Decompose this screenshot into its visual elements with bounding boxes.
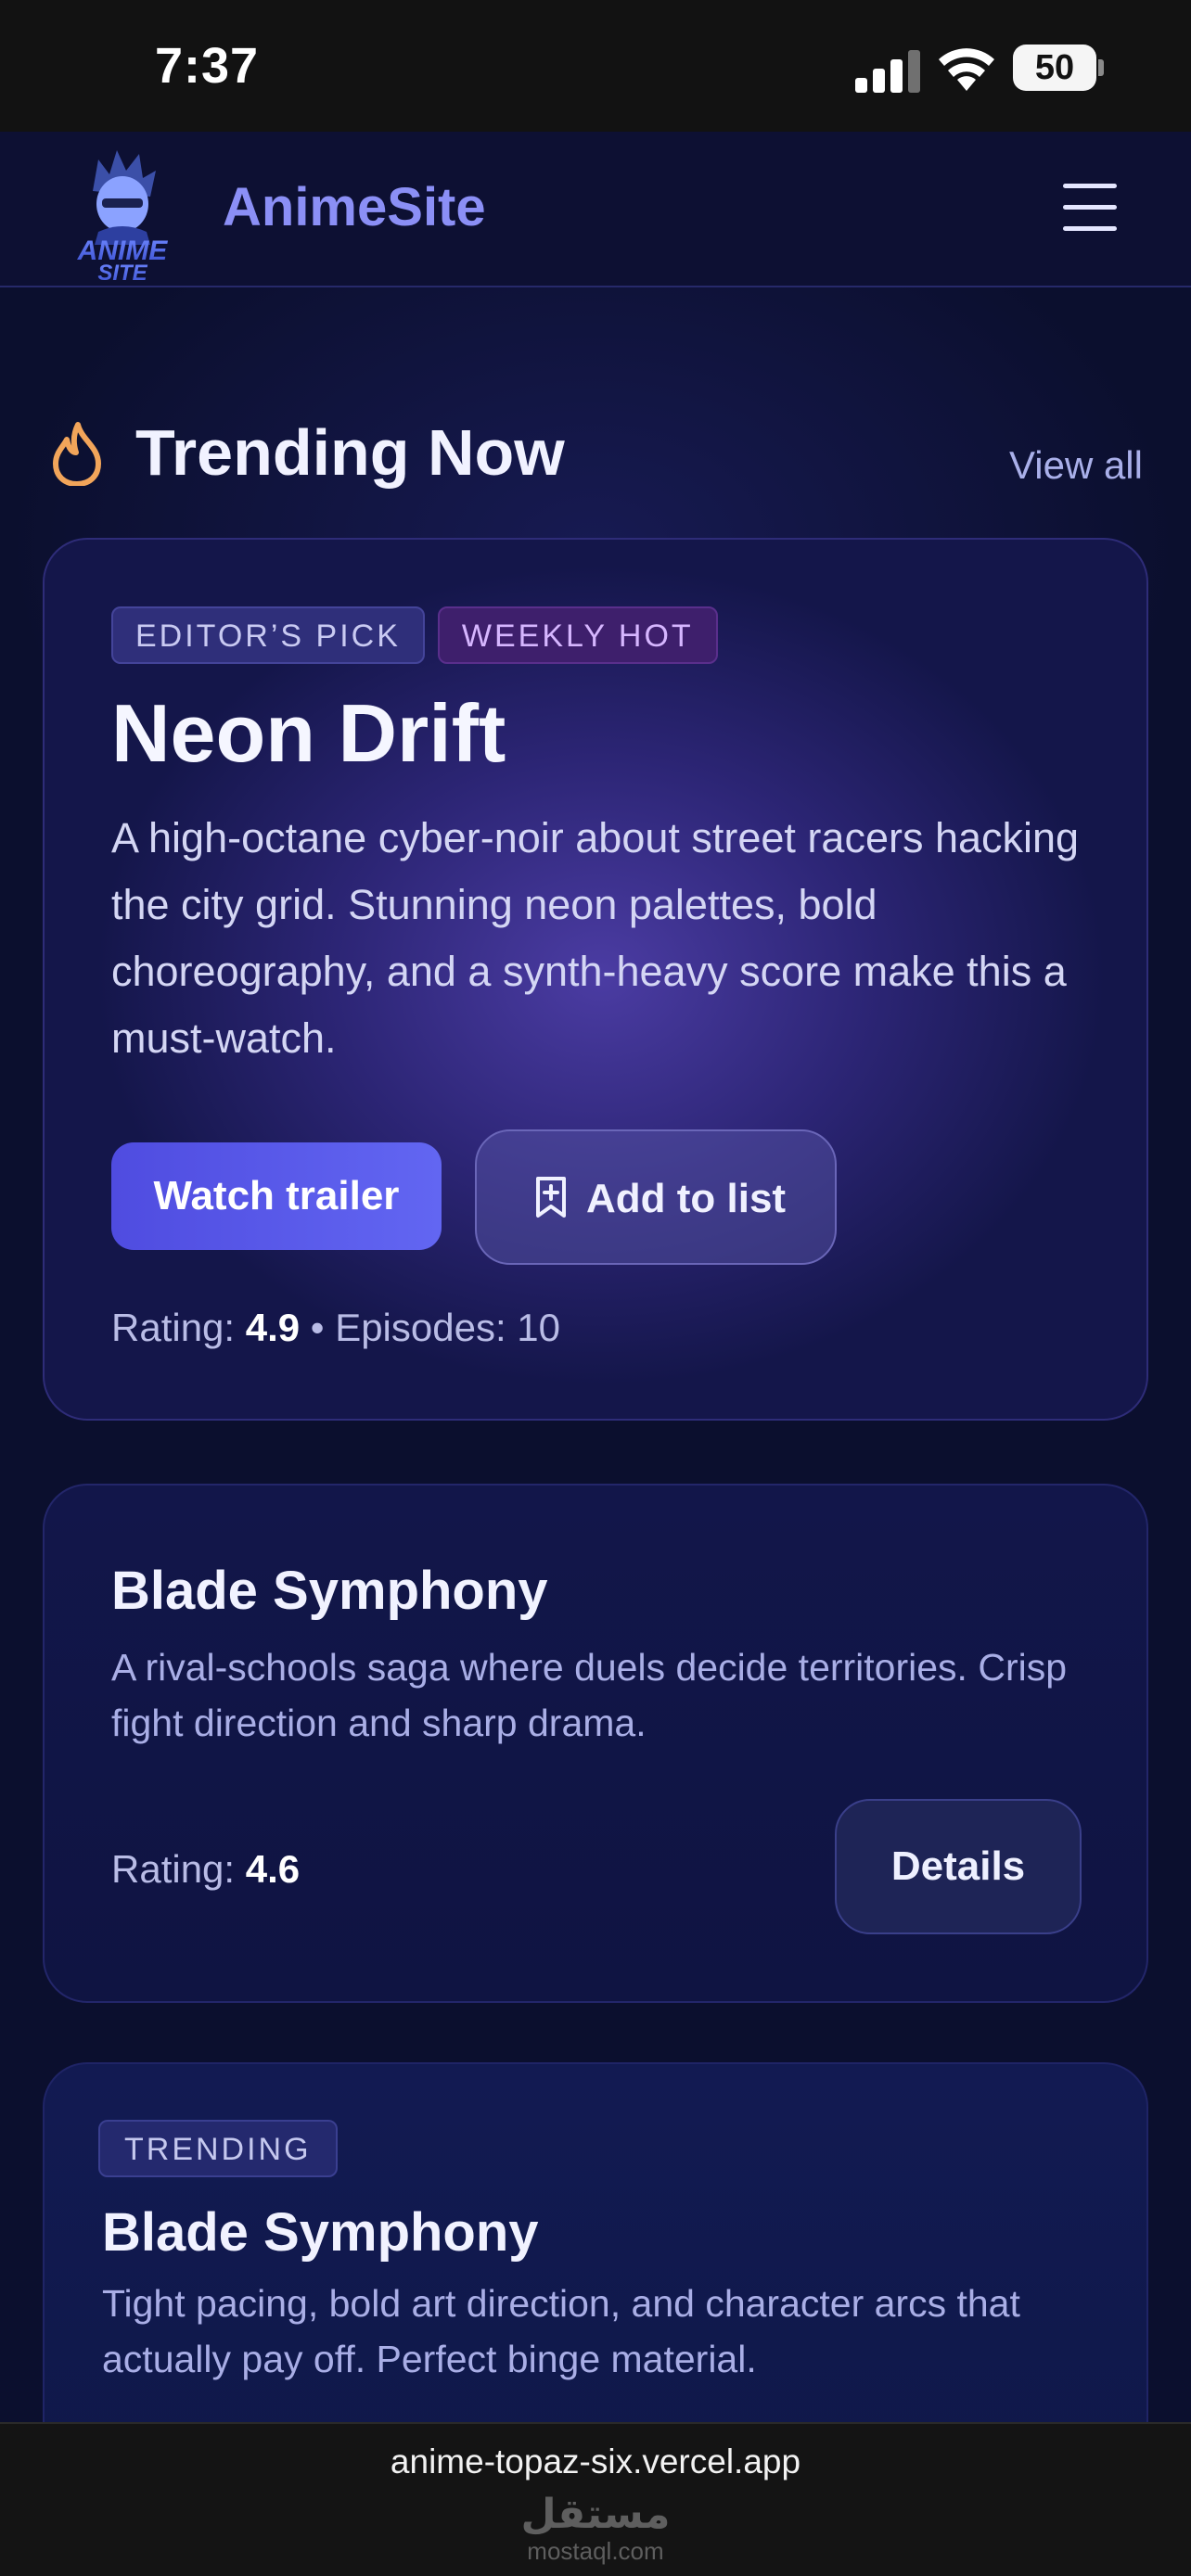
watermark: مستقل mostaql.com [0, 2492, 1191, 2566]
rating-value: 4.6 [245, 1847, 301, 1891]
trending-badge: TRENDING [98, 2120, 338, 2177]
section-title: Trending Now [135, 416, 565, 489]
featured-card[interactable]: EDITOR’S PICK WEEKLY HOT Neon Drift A hig… [43, 538, 1148, 1421]
card-rating: Rating: 4.6 [111, 1847, 300, 1892]
watermark-latin: mostaql.com [527, 2537, 664, 2565]
card-title: Blade Symphony [111, 1561, 548, 1621]
card-description: A rival-schools saga where duels decide … [111, 1646, 1068, 1744]
trending-card[interactable]: TRENDING Blade Symphony Tight pacing, bo… [43, 2062, 1148, 2422]
fire-icon [53, 422, 101, 486]
logo-text-2: SITE [97, 261, 147, 282]
wifi-icon [939, 48, 994, 91]
signal-icon [855, 48, 920, 93]
browser-url-bar[interactable]: anime-topaz-six.vercel.app مستقل mostaql… [0, 2422, 1191, 2576]
featured-description: A high-octane cyber-noir about street ra… [111, 814, 1080, 1062]
bookmark-plus-icon [536, 1177, 566, 1218]
view-all-link[interactable]: View all [1009, 443, 1143, 488]
rating-value: 4.9 [245, 1306, 301, 1349]
add-to-list-label: Add to list [586, 1176, 787, 1221]
badge-group: EDITOR’S PICK WEEKLY HOT [111, 606, 731, 664]
url-text[interactable]: anime-topaz-six.vercel.app [0, 2442, 1191, 2481]
episodes-count: Episodes: 10 [335, 1306, 561, 1349]
watch-trailer-button[interactable]: Watch trailer [111, 1142, 442, 1250]
app-header: ANIME SITE AnimeSite [0, 132, 1191, 287]
battery-icon: 50 [1013, 45, 1096, 91]
status-time: 7:37 [155, 38, 260, 94]
watermark-arabic: مستقل [520, 2492, 671, 2537]
featured-title: Neon Drift [111, 687, 506, 779]
logo[interactable]: ANIME SITE [61, 143, 184, 282]
rating-label: Rating: [111, 1847, 246, 1891]
card-description: Tight pacing, bold art direction, and ch… [102, 2282, 1020, 2380]
editors-pick-badge: EDITOR’S PICK [111, 606, 425, 664]
add-to-list-button[interactable]: Add to list [475, 1129, 837, 1265]
menu-icon[interactable] [1063, 184, 1117, 232]
meta-separator: • [300, 1306, 336, 1349]
anime-card[interactable]: Blade Symphony A rival-schools saga wher… [43, 1484, 1148, 2003]
details-button[interactable]: Details [835, 1799, 1082, 1934]
status-bar: 7:37 50 [0, 0, 1191, 132]
featured-meta: Rating: 4.9 • Episodes: 10 [111, 1306, 560, 1350]
rating-label: Rating: [111, 1306, 246, 1349]
main-content: Trending Now View all EDITOR’S PICK WEEKL… [0, 287, 1191, 2422]
card-title: Blade Symphony [102, 2202, 539, 2263]
battery-cap [1098, 59, 1104, 76]
weekly-hot-badge: WEEKLY HOT [437, 606, 718, 664]
section-header: Trending Now View all [0, 287, 1191, 538]
brand-name[interactable]: AnimeSite [223, 176, 486, 238]
